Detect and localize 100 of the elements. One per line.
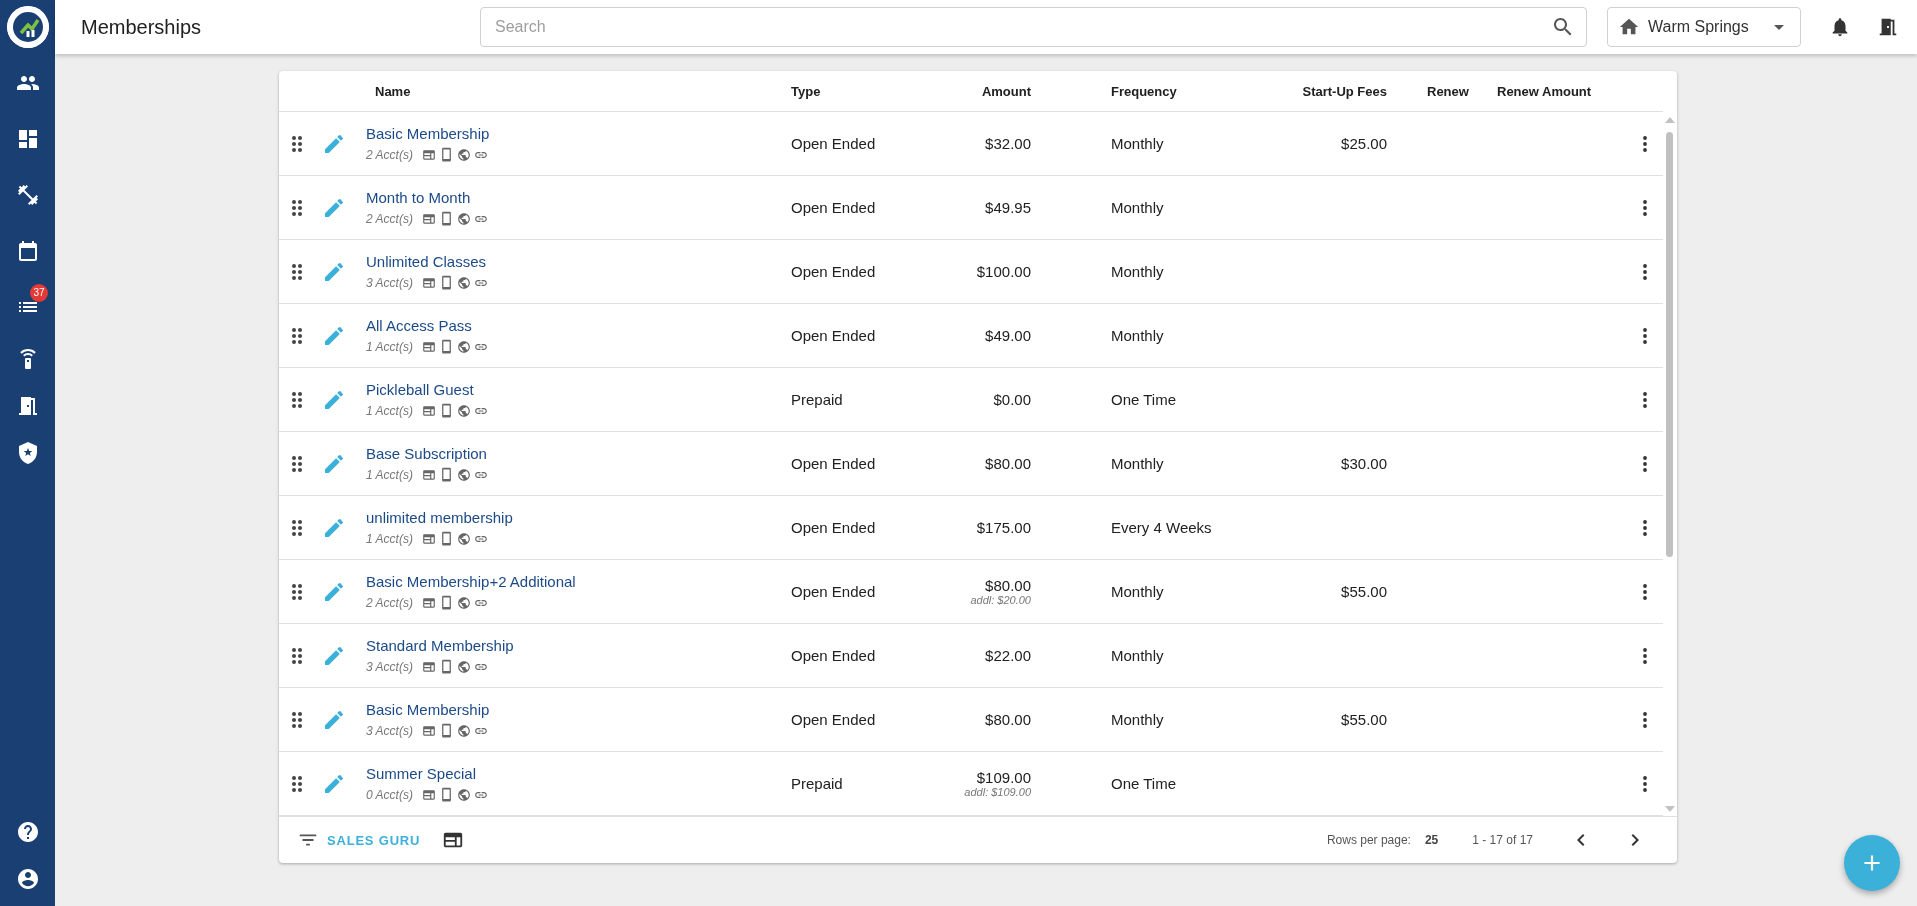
type-cell-text: Open Ended — [791, 647, 877, 664]
membership-name-link[interactable]: Standard Membership — [366, 637, 514, 654]
globe-icon — [456, 723, 471, 738]
window-icon — [421, 595, 436, 610]
amount-cell: $49.95 — [985, 199, 1031, 216]
column-header: Type — [791, 83, 822, 99]
globe-icon — [456, 659, 471, 674]
type-cell-text: Open Ended — [791, 455, 877, 472]
drag-handle-icon[interactable] — [292, 327, 302, 344]
account-count: 2 Acct(s) — [366, 147, 413, 162]
dumbbell-icon[interactable] — [15, 183, 40, 207]
more-options-icon[interactable] — [1643, 391, 1647, 408]
membership-name-link[interactable]: Month to Month — [366, 189, 471, 206]
page-title: Memberships — [81, 15, 203, 39]
account-count: 1 Acct(s) — [366, 467, 413, 482]
drag-handle-icon[interactable] — [292, 519, 302, 536]
membership-name-link[interactable]: Pickleball Guest — [366, 381, 474, 398]
more-options-icon[interactable] — [1643, 519, 1647, 536]
frequency-cell-text: Monthly — [1111, 327, 1165, 344]
app-logo[interactable] — [6, 6, 49, 48]
amount-cell: $80.00 — [985, 577, 1031, 594]
account-count: 3 Acct(s) — [366, 723, 413, 738]
drag-handle-icon[interactable] — [292, 647, 302, 664]
more-options-icon[interactable] — [1643, 775, 1647, 792]
more-options-icon[interactable] — [1643, 711, 1647, 728]
help-icon[interactable] — [15, 819, 40, 844]
column-header: Name — [374, 83, 412, 99]
frequency-cell-text: Every 4 Weeks — [1111, 519, 1213, 536]
drag-handle-icon[interactable] — [292, 711, 302, 728]
frequency-cell-text: Monthly — [1111, 711, 1165, 728]
drag-handle-icon[interactable] — [292, 391, 302, 408]
startup-fee-cell-text: $25.00 — [1340, 135, 1387, 152]
frequency-cell-text: One Time — [1111, 775, 1178, 792]
additional-amount: addl: $109.00 — [964, 786, 1031, 798]
more-options-icon[interactable] — [1643, 647, 1647, 664]
amount-cell: $49.00 — [985, 327, 1031, 344]
type-cell-text: Open Ended — [791, 711, 877, 728]
membership-name-link[interactable]: Unlimited Classes — [366, 253, 487, 270]
frequency-cell-text: Monthly — [1111, 263, 1165, 280]
type-cell-text: Open Ended — [791, 263, 877, 280]
frequency-cell-text: Monthly — [1111, 583, 1165, 600]
frequency-cell-text: One Time — [1111, 391, 1178, 408]
type-cell-text: Open Ended — [791, 199, 877, 216]
type-cell-text: Open Ended — [791, 519, 877, 536]
window-icon — [421, 787, 436, 802]
amount-cell: $32.00 — [985, 135, 1031, 152]
membership-name-link[interactable]: Basic Membership+2 Additional — [366, 573, 576, 590]
column-header: Frequency — [1111, 83, 1178, 99]
column-header: Amount — [980, 83, 1031, 99]
frequency-cell-text: Monthly — [1111, 135, 1165, 152]
additional-amount: addl: $20.00 — [970, 594, 1031, 606]
globe-icon — [456, 403, 471, 418]
rows-per-page-select[interactable]: 25 — [1424, 833, 1439, 847]
amount-cell: $0.00 — [993, 391, 1031, 408]
membership-name-link[interactable]: Basic Membership — [366, 701, 490, 718]
type-cell-text: Prepaid — [791, 775, 844, 792]
membership-name-link[interactable]: Basic Membership — [366, 125, 490, 142]
search-field[interactable]: Search — [480, 7, 1587, 47]
drag-handle-icon[interactable] — [292, 455, 302, 472]
more-options-icon[interactable] — [1643, 135, 1647, 152]
account-count: 1 Acct(s) — [366, 339, 413, 354]
list-icon[interactable] — [18, 302, 37, 312]
page-range: 1 - 17 of 17 — [1472, 833, 1533, 847]
window-icon — [421, 467, 436, 482]
account-icon[interactable] — [15, 866, 40, 891]
membership-name-link[interactable]: All Access Pass — [366, 317, 472, 334]
more-options-icon[interactable] — [1643, 263, 1647, 280]
account-count: 1 Acct(s) — [366, 531, 413, 546]
membership-name-link[interactable]: Base Subscription — [366, 445, 487, 462]
more-options-icon[interactable] — [1643, 583, 1647, 600]
account-count: 0 Acct(s) — [366, 787, 413, 802]
account-count: 3 Acct(s) — [366, 659, 413, 674]
membership-name-link[interactable]: Summer Special — [366, 765, 477, 782]
more-options-icon[interactable] — [1643, 199, 1647, 216]
window-icon — [421, 723, 436, 738]
type-cell-text: Prepaid — [791, 391, 844, 408]
drag-handle-icon[interactable] — [292, 583, 302, 600]
window-icon — [421, 403, 436, 418]
more-options-icon[interactable] — [1643, 327, 1647, 344]
window-icon — [421, 531, 436, 546]
more-options-icon[interactable] — [1643, 455, 1647, 472]
globe-icon — [456, 595, 471, 610]
door-icon[interactable] — [1877, 16, 1899, 38]
globe-icon — [456, 275, 471, 290]
frequency-cell-text: Monthly — [1111, 647, 1165, 664]
membership-name-link[interactable]: unlimited membership — [366, 509, 513, 526]
window-icon — [421, 659, 436, 674]
amount-cell: $175.00 — [976, 519, 1031, 536]
startup-fee-cell-text: $55.00 — [1340, 583, 1387, 600]
caret-icon — [1774, 24, 1784, 30]
drag-handle-icon[interactable] — [292, 135, 302, 152]
globe-icon — [456, 531, 471, 546]
window-icon — [421, 211, 436, 226]
drag-handle-icon[interactable] — [292, 199, 302, 216]
globe-icon — [456, 211, 471, 226]
column-header: Start-Up Fees — [1301, 83, 1387, 99]
drag-handle-icon[interactable] — [292, 263, 302, 280]
location-select[interactable]: Warm Springs — [1607, 7, 1801, 47]
amount-cell: $22.00 — [985, 647, 1031, 664]
drag-handle-icon[interactable] — [292, 775, 302, 792]
